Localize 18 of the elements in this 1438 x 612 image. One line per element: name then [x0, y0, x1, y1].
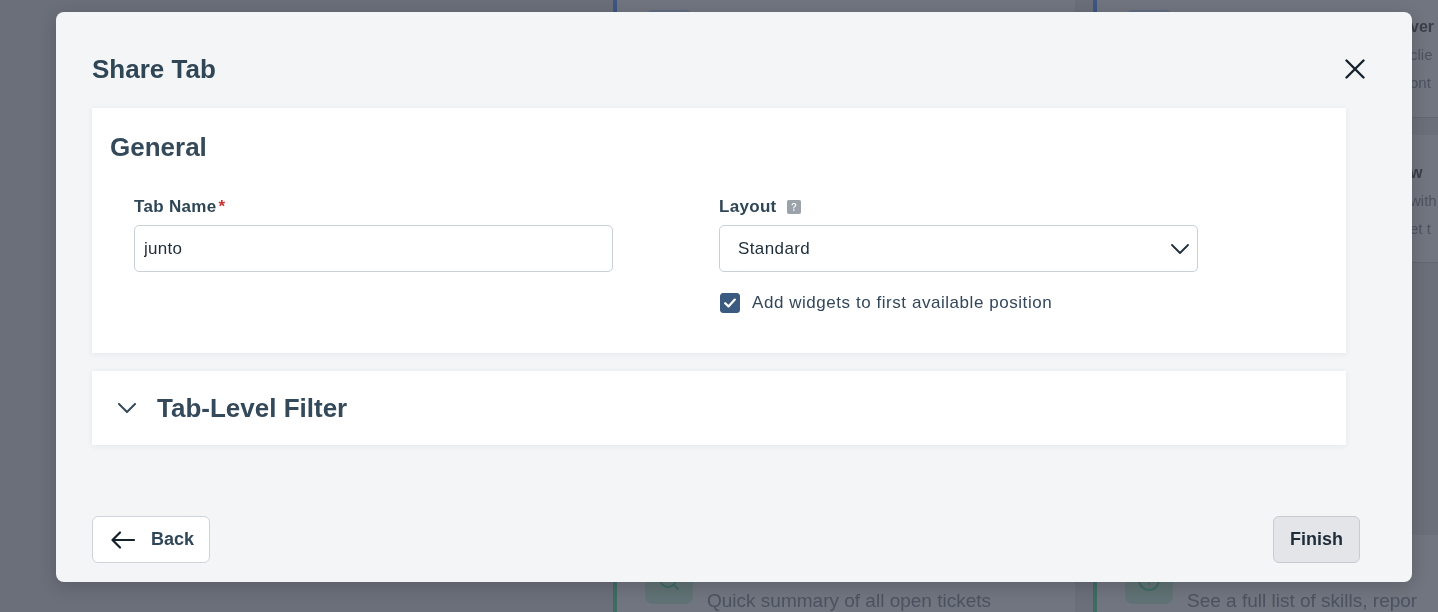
layout-select[interactable]: Standard	[719, 225, 1198, 272]
checkbox[interactable]	[720, 293, 740, 313]
checkmark-icon	[724, 298, 736, 308]
checkbox-label: Add widgets to first available position	[752, 292, 1053, 314]
back-button[interactable]: Back	[92, 516, 211, 563]
tab-name-input[interactable]: junto	[134, 225, 613, 272]
accordion-header[interactable]: Tab-Level Filter	[92, 371, 1346, 445]
field-label: Layout	[719, 196, 777, 218]
close-icon	[1345, 59, 1365, 79]
chevron-down-icon	[118, 403, 136, 413]
help-icon[interactable]	[786, 200, 801, 214]
field-label: Tab Name	[134, 196, 217, 218]
finish-button[interactable]: Finish	[1273, 516, 1360, 563]
arrow-left-icon	[111, 530, 135, 549]
dialog-title: Share Tab	[92, 53, 216, 86]
required-asterisk: *	[218, 196, 225, 218]
chevron-down-icon	[1171, 243, 1189, 254]
section-heading: General	[110, 131, 208, 163]
